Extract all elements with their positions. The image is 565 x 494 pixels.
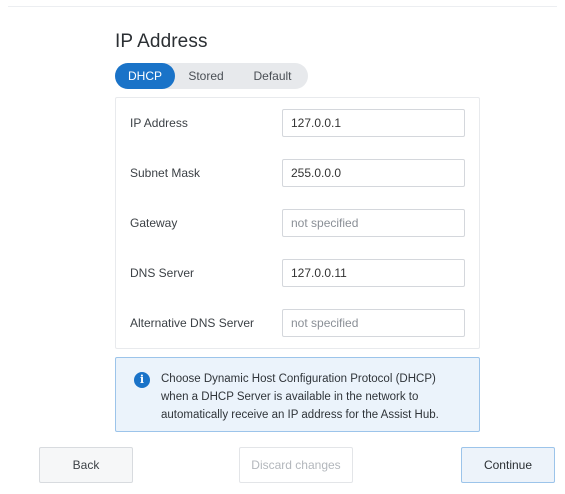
info-line: Choose Dynamic Host Configuration Protoc… xyxy=(161,373,436,385)
tab-default[interactable]: Default xyxy=(237,63,308,89)
info-line: when a DHCP Server is available in the n… xyxy=(161,391,419,403)
section-title: IP Address xyxy=(115,31,208,52)
info-text: Choose Dynamic Host Configuration Protoc… xyxy=(161,370,473,424)
mode-segmented-control: DHCP Stored Default xyxy=(115,63,308,89)
form-row-dns-server: DNS Server xyxy=(116,248,479,298)
alternative-dns-server-input[interactable] xyxy=(282,309,465,337)
tab-stored[interactable]: Stored xyxy=(175,63,237,89)
form-row-alternative-dns-server: Alternative DNS Server xyxy=(116,298,479,348)
continue-button[interactable]: Continue xyxy=(461,447,555,483)
form-row-subnet-mask: Subnet Mask xyxy=(116,148,479,198)
subnet-mask-input[interactable] xyxy=(282,159,465,187)
gateway-input[interactable] xyxy=(282,209,465,237)
ip-address-input[interactable] xyxy=(282,109,465,137)
alternative-dns-server-label: Alternative DNS Server xyxy=(130,316,255,330)
ip-address-label: IP Address xyxy=(130,116,188,130)
form-row-ip-address: IP Address xyxy=(116,98,479,148)
back-button[interactable]: Back xyxy=(39,447,133,483)
form-row-gateway: Gateway xyxy=(116,198,479,248)
info-line: automatically receive an IP address for … xyxy=(161,409,439,421)
discard-changes-button[interactable]: Discard changes xyxy=(239,447,353,483)
info-icon: i xyxy=(134,372,150,388)
dns-server-input[interactable] xyxy=(282,259,465,287)
dns-server-label: DNS Server xyxy=(130,266,195,280)
tab-dhcp[interactable]: DHCP xyxy=(115,63,175,89)
network-settings-form: IP Address Subnet Mask Gateway DNS Serve… xyxy=(115,97,480,349)
dhcp-info-box: i Choose Dynamic Host Configuration Prot… xyxy=(115,357,480,432)
top-divider xyxy=(8,6,557,7)
gateway-label: Gateway xyxy=(130,216,178,230)
subnet-mask-label: Subnet Mask xyxy=(130,166,201,180)
